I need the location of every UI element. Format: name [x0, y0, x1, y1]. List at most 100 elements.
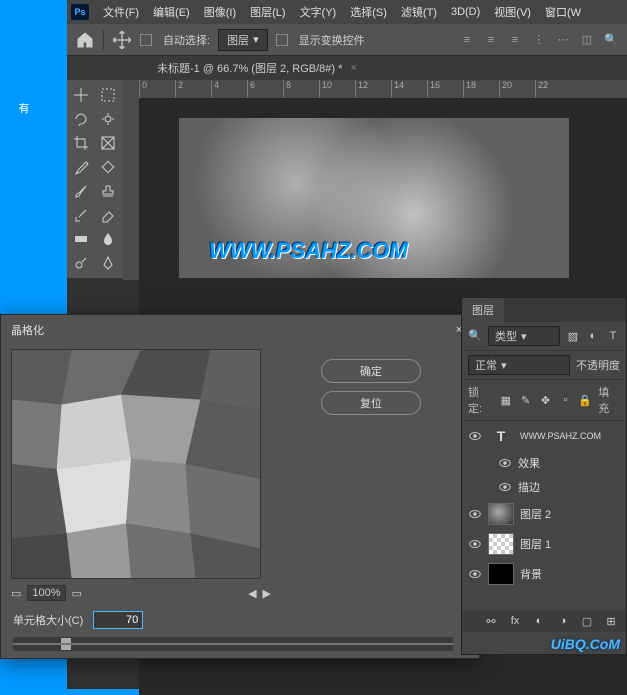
layer-thumbnail: [488, 503, 514, 525]
reset-button[interactable]: 复位: [321, 391, 421, 415]
close-tab-icon[interactable]: ×: [350, 62, 356, 74]
link-layers-icon[interactable]: ⚯: [484, 614, 498, 628]
menu-type[interactable]: 文字(Y): [294, 1, 343, 23]
layers-tab[interactable]: 图层: [462, 298, 504, 322]
move-tool-indicator[interactable]: [112, 30, 132, 50]
lock-label: 锁定:: [468, 384, 493, 416]
layer-mask-icon[interactable]: ◐: [532, 614, 546, 628]
zoom-in-button[interactable]: ▭: [72, 587, 82, 600]
align-right-icon[interactable]: ≡: [507, 32, 523, 48]
history-brush-tool[interactable]: [69, 204, 93, 226]
ok-button[interactable]: 确定: [321, 359, 421, 383]
visibility-icon[interactable]: [498, 456, 512, 470]
layer-list: T WWW.PSAHZ.COM 效果 描边 图层 2 图层 1 背景: [462, 421, 626, 589]
layer-effects[interactable]: 效果: [462, 451, 626, 475]
site-brand: UiBQ.CoM: [551, 636, 620, 652]
menu-layer[interactable]: 图层(L): [244, 1, 291, 23]
blur-tool[interactable]: [96, 228, 120, 250]
filter-preview[interactable]: ▲▼: [11, 349, 261, 579]
desktop-shortcut[interactable]: 有: [4, 100, 44, 116]
gradient-tool[interactable]: [69, 228, 93, 250]
group-icon[interactable]: ▢: [580, 614, 594, 628]
eyedropper-tool[interactable]: [69, 156, 93, 178]
quick-select-tool[interactable]: [96, 108, 120, 130]
stamp-tool[interactable]: [96, 180, 120, 202]
app-logo: Ps: [71, 4, 89, 20]
menu-file[interactable]: 文件(F): [97, 1, 145, 23]
layer-row[interactable]: T WWW.PSAHZ.COM: [462, 421, 626, 451]
dodge-tool[interactable]: [69, 252, 93, 274]
ruler-tick: 0: [139, 80, 175, 98]
dialog-titlebar[interactable]: 晶格化 ×: [1, 315, 479, 345]
auto-select-checkbox[interactable]: [140, 34, 152, 46]
search-icon[interactable]: 🔍: [603, 32, 619, 48]
ruler-horizontal: 0 2 4 6 8 10 12 14 16 18 20 22: [139, 80, 627, 98]
crystallize-dialog: 晶格化 ×: [0, 314, 480, 659]
lasso-tool[interactable]: [69, 108, 93, 130]
filter-adjust-icon[interactable]: ◐: [586, 329, 600, 343]
brush-tool[interactable]: [69, 180, 93, 202]
menu-view[interactable]: 视图(V): [488, 1, 537, 23]
3d-mode-icon[interactable]: ◫: [579, 32, 595, 48]
layer-fx-icon[interactable]: fx: [508, 614, 522, 628]
move-icon: [112, 30, 132, 50]
layer-effect-item[interactable]: 描边: [462, 475, 626, 499]
menu-edit[interactable]: 编辑(E): [147, 1, 196, 23]
show-transform-checkbox[interactable]: [276, 34, 288, 46]
visibility-icon[interactable]: [468, 507, 482, 521]
ruler-tick: 10: [319, 80, 355, 98]
layer-row[interactable]: 背景: [462, 559, 626, 589]
more-icon[interactable]: ⋯: [555, 32, 571, 48]
frame-tool[interactable]: [96, 132, 120, 154]
blend-mode-dropdown[interactable]: 正常▾: [468, 355, 570, 375]
menu-image[interactable]: 图像(I): [198, 1, 242, 23]
visibility-icon[interactable]: [498, 480, 512, 494]
lock-paint-icon[interactable]: ✎: [519, 393, 533, 407]
zoom-out-button[interactable]: ▭: [11, 587, 21, 600]
zoom-level[interactable]: 100%: [27, 585, 65, 601]
filter-type-icon[interactable]: T: [606, 329, 620, 343]
lock-transparent-icon[interactable]: ▦: [499, 393, 513, 407]
layers-panel: 图层 🔍 类型▾ ▧ ◐ T 正常▾ 不透明度 锁定: ▦ ✎ ✥ ▫ 🔒 填充…: [461, 297, 627, 655]
eraser-tool[interactable]: [96, 204, 120, 226]
cell-size-input[interactable]: [93, 611, 143, 629]
lock-position-icon[interactable]: ✥: [539, 393, 553, 407]
menu-filter[interactable]: 滤镜(T): [395, 1, 443, 23]
menu-3d[interactable]: 3D(D): [445, 3, 486, 21]
ruler-tick: 20: [499, 80, 535, 98]
pen-tool[interactable]: [96, 252, 120, 274]
home-button[interactable]: [75, 30, 95, 50]
healing-tool[interactable]: [96, 156, 120, 178]
align-left-icon[interactable]: ≡: [459, 32, 475, 48]
align-center-icon[interactable]: ≡: [483, 32, 499, 48]
crop-tool[interactable]: [69, 132, 93, 154]
menu-window[interactable]: 窗口(W: [539, 1, 587, 23]
chevron-down-icon: ▾: [501, 359, 507, 372]
cell-size-slider[interactable]: [13, 637, 453, 651]
ruler-tick: 4: [211, 80, 247, 98]
lock-all-icon[interactable]: 🔒: [578, 393, 592, 407]
filter-search-icon[interactable]: 🔍: [468, 329, 482, 343]
move-tool[interactable]: [69, 84, 93, 106]
menu-bar: Ps 文件(F) 编辑(E) 图像(I) 图层(L) 文字(Y) 选择(S) 滤…: [67, 0, 627, 24]
ruler-tick: 12: [355, 80, 391, 98]
distribute-icon[interactable]: ⋮: [531, 32, 547, 48]
ruler-vertical: [123, 80, 139, 280]
filter-kind-dropdown[interactable]: 类型▾: [488, 326, 560, 346]
visibility-icon[interactable]: [468, 537, 482, 551]
filter-pixel-icon[interactable]: ▧: [566, 329, 580, 343]
visibility-icon[interactable]: [468, 567, 482, 581]
visibility-icon[interactable]: [468, 429, 482, 443]
marquee-tool[interactable]: [96, 84, 120, 106]
menu-select[interactable]: 选择(S): [344, 1, 393, 23]
new-layer-icon[interactable]: ⊞: [604, 614, 618, 628]
layer-row[interactable]: 图层 1: [462, 529, 626, 559]
slider-thumb[interactable]: [61, 638, 71, 650]
document-tab[interactable]: 未标题-1 @ 66.7% (图层 2, RGB/8#) *: [157, 60, 342, 76]
auto-select-target[interactable]: 图层 ▾: [218, 29, 268, 51]
lock-artboard-icon[interactable]: ▫: [558, 393, 572, 407]
layer-thumbnail: [488, 563, 514, 585]
chevron-down-icon: ▾: [521, 330, 527, 343]
layer-row[interactable]: 图层 2: [462, 499, 626, 529]
adjustment-layer-icon[interactable]: ◑: [556, 614, 570, 628]
